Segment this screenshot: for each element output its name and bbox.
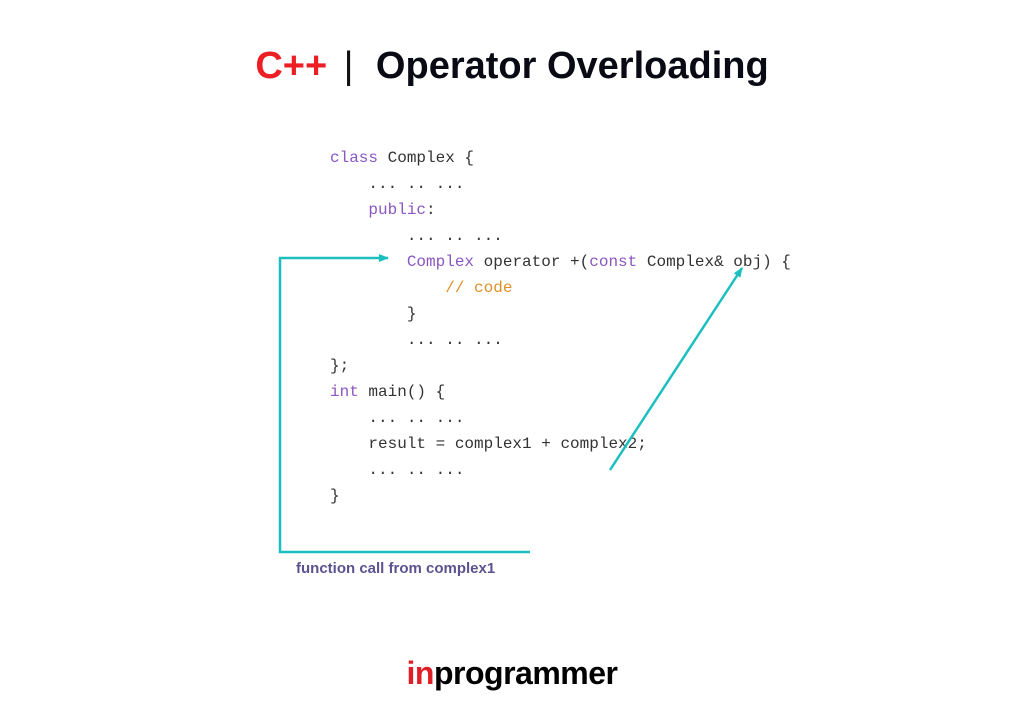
code-text: main() { [359,383,445,401]
keyword-complex: Complex [407,253,474,271]
code-line-14: ... .. ... [330,457,791,483]
code-indent [330,279,445,297]
keyword-class: class [330,149,378,167]
code-line-5: Complex operator +(const Complex& obj) { [330,249,791,275]
code-line-12: ... .. ... [330,405,791,431]
code-line-3: public: [330,197,791,223]
footer-logo: inprogrammer [0,655,1024,692]
code-line-13: result = complex1 + complex2; [330,431,791,457]
code-indent [330,253,407,271]
code-line-6: // code [330,275,791,301]
code-block: class Complex { ... .. ... public: ... .… [330,145,791,509]
code-colon: : [426,201,436,219]
keyword-public: public [368,201,426,219]
keyword-const: const [589,253,637,271]
code-line-11: int main() { [330,379,791,405]
code-line-4: ... .. ... [330,223,791,249]
code-line-2: ... .. ... [330,171,791,197]
footer-programmer: programmer [434,655,618,691]
footer-in: in [407,655,434,691]
code-line-15: } [330,483,791,509]
code-line-8: ... .. ... [330,327,791,353]
code-line-9: }; [330,353,791,379]
code-text: Complex { [378,149,474,167]
code-line-7: } [330,301,791,327]
page-title: C++ | Operator Overloading [0,45,1024,88]
code-line-1: class Complex { [330,145,791,171]
title-prefix: C++ [255,45,327,87]
keyword-int: int [330,383,359,401]
title-main: Operator Overloading [376,45,769,87]
comment: // code [445,279,512,297]
code-indent [330,201,368,219]
annotation-text: function call from complex1 [296,560,495,577]
code-text: operator +( [474,253,589,271]
title-separator: | [344,45,354,87]
code-text: Complex& obj) { [637,253,791,271]
